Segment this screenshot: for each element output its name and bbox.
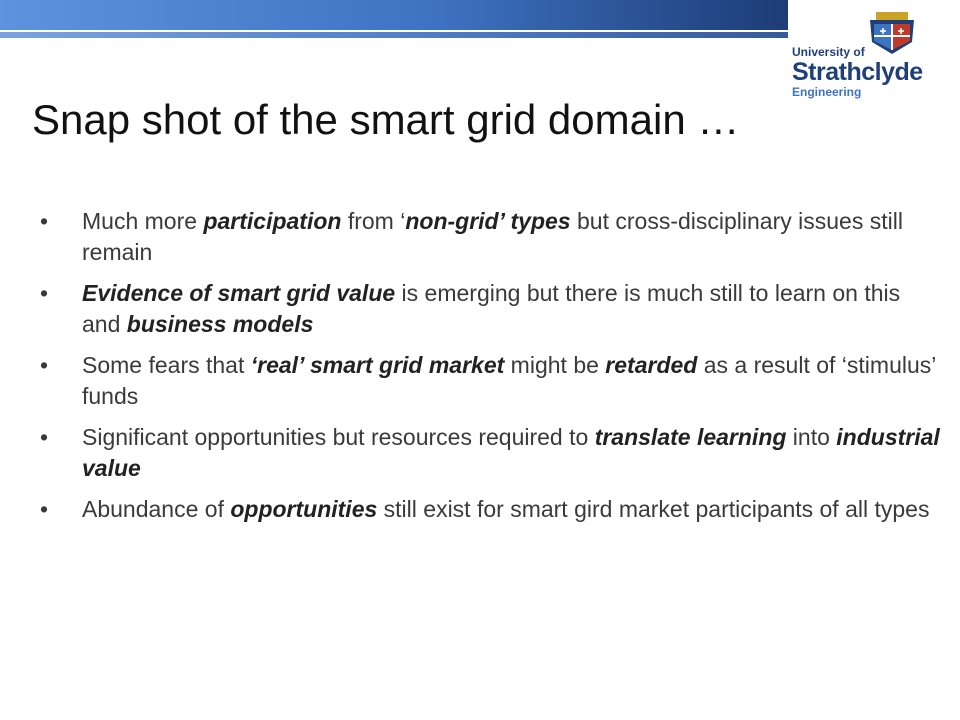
bullet-marker: • xyxy=(40,280,49,306)
logo-line-engineering: Engineering xyxy=(792,85,862,99)
svg-text:✚: ✚ xyxy=(898,27,905,36)
emphasized-text: business models xyxy=(126,311,314,337)
emphasized-text: translate learning xyxy=(594,424,787,450)
emphasized-text: ‘real’ smart grid market xyxy=(250,352,505,378)
emphasized-text: retarded xyxy=(605,352,698,378)
bullet-marker: • xyxy=(40,352,49,378)
bullet-item: • Much more participation from ‘non-grid’… xyxy=(40,206,940,268)
bullet-marker: • xyxy=(40,208,49,234)
bullet-text: into xyxy=(786,424,837,450)
bullet-text: Abundance of xyxy=(82,496,231,522)
emphasized-text: Evidence of smart grid value xyxy=(82,280,396,306)
bullet-item: • Significant opportunities but resources… xyxy=(40,422,940,484)
bullet-marker: • xyxy=(40,424,49,450)
emphasized-text: participation xyxy=(203,208,342,234)
slide-title: Snap shot of the smart grid domain … xyxy=(32,96,740,143)
bullet-text: Some fears that xyxy=(82,352,251,378)
bullet-marker: • xyxy=(40,496,49,522)
bullet-text: might be xyxy=(504,352,606,378)
bullet-list: • Much more participation from ‘non-grid’… xyxy=(40,206,940,535)
emphasized-text: opportunities xyxy=(230,496,378,522)
bullet-item: • Abundance of opportunities still exist … xyxy=(40,494,940,525)
bullet-item: • Evidence of smart grid value is emergin… xyxy=(40,278,940,340)
bullet-text: still exist for smart gird market partic… xyxy=(377,496,930,522)
bullet-text: Much more xyxy=(82,208,204,234)
bullet-text: Significant opportunities but resources … xyxy=(82,424,595,450)
bullet-item: • Some fears that ‘real’ smart grid marke… xyxy=(40,350,940,412)
logo-wordmark: University of Strathclyde Engineering xyxy=(792,45,923,99)
svg-text:✚: ✚ xyxy=(880,27,887,36)
emphasized-text: non-grid’ types xyxy=(405,208,571,234)
bullet-text: from ‘ xyxy=(341,208,406,234)
logo-line-university: University of xyxy=(792,45,865,59)
logo-line-strathclyde: Strathclyde xyxy=(792,58,923,86)
